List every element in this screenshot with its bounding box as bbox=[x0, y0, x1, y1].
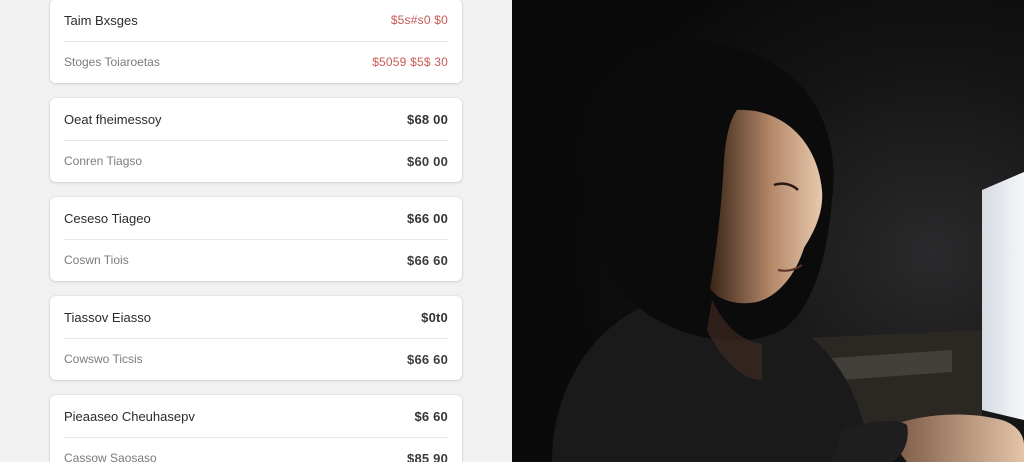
expense-card[interactable]: Oeat fheimessoy $68 00 Conren Tiagso $60… bbox=[50, 98, 462, 182]
card-detail-row: Conren Tiagso $60 00 bbox=[64, 140, 448, 182]
card-subtotal: $66 60 bbox=[407, 351, 448, 367]
card-header-row: Taim Bxsges $5s#s0 $0 bbox=[64, 0, 448, 42]
card-header-row: Pieaaseo Cheuhasepv $6 60 bbox=[64, 395, 448, 438]
card-detail-row: Cassow Saosaso $85 90 bbox=[64, 437, 448, 462]
expense-card[interactable]: Pieaaseo Cheuhasepv $6 60 Cassow Saosaso… bbox=[50, 395, 462, 462]
card-title: Ceseso Tiageo bbox=[64, 210, 151, 226]
person-at-computer-photo bbox=[512, 0, 1024, 462]
card-subtotal: $66 60 bbox=[407, 252, 448, 268]
card-header-row: Tiassov Eiasso $0t0 bbox=[64, 296, 448, 339]
card-subtitle: Conren Tiagso bbox=[64, 154, 143, 168]
card-subtitle: Stoges Toiaroetas bbox=[64, 55, 160, 69]
card-total: $0t0 bbox=[421, 309, 448, 325]
card-title: Taim Bxsges bbox=[64, 12, 138, 28]
photo-illustration bbox=[512, 0, 1024, 462]
hand-on-keyboard bbox=[891, 414, 1024, 462]
card-title: Tiassov Eiasso bbox=[64, 309, 151, 325]
card-header-row: Oeat fheimessoy $68 00 bbox=[64, 98, 448, 141]
card-title: Pieaaseo Cheuhasepv bbox=[64, 408, 195, 424]
card-subtitle: Coswn Tiois bbox=[64, 253, 129, 267]
card-total: $6 60 bbox=[414, 408, 448, 424]
card-header-row: Ceseso Tiageo $66 00 bbox=[64, 197, 448, 240]
card-total: $5s#s0 $0 bbox=[390, 13, 448, 27]
card-detail-row: Cowswo Ticsis $66 60 bbox=[64, 338, 448, 380]
card-subtitle: Cowswo Ticsis bbox=[64, 352, 143, 366]
card-subtitle: Cassow Saosaso bbox=[64, 451, 157, 462]
card-subtotal: $5059 $5$ 30 bbox=[372, 55, 448, 69]
card-subtotal: $85 90 bbox=[407, 450, 448, 462]
card-title: Oeat fheimessoy bbox=[64, 111, 162, 127]
card-detail-row: Stoges Toiaroetas $5059 $5$ 30 bbox=[64, 41, 448, 83]
card-total: $66 00 bbox=[407, 210, 448, 226]
card-detail-row: Coswn Tiois $66 60 bbox=[64, 239, 448, 281]
card-total: $68 00 bbox=[407, 111, 448, 127]
expense-list-panel: Taim Bxsges $5s#s0 $0 Stoges Toiaroetas … bbox=[0, 0, 512, 462]
expense-card[interactable]: Taim Bxsges $5s#s0 $0 Stoges Toiaroetas … bbox=[50, 0, 462, 83]
expense-card[interactable]: Tiassov Eiasso $0t0 Cowswo Ticsis $66 60 bbox=[50, 296, 462, 380]
expense-card[interactable]: Ceseso Tiageo $66 00 Coswn Tiois $66 60 bbox=[50, 197, 462, 281]
card-subtotal: $60 00 bbox=[407, 153, 448, 169]
monitor-screen bbox=[982, 172, 1024, 420]
